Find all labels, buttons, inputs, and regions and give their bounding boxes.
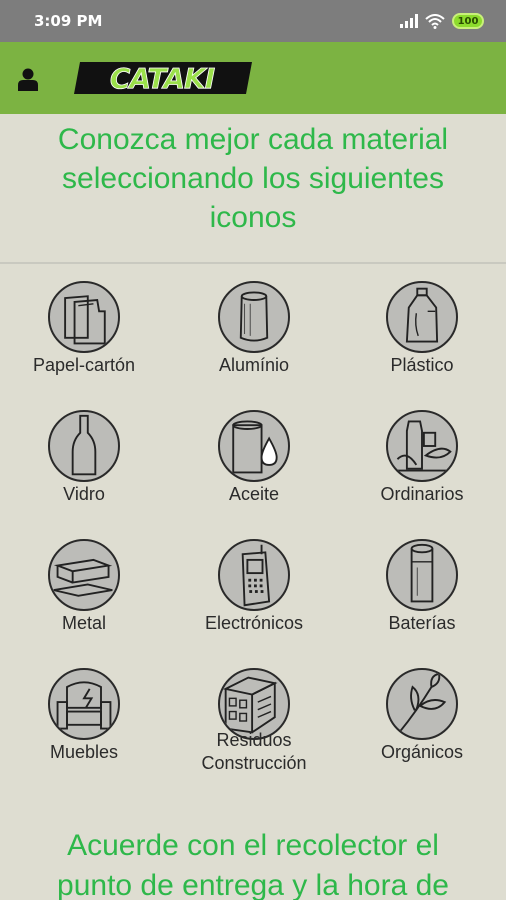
signal-icon [400, 14, 418, 28]
material-label: Ordinarios [380, 484, 464, 504]
battery-cell-icon [386, 539, 458, 611]
oil-icon [218, 410, 290, 482]
battery-icon: 100 [452, 13, 484, 29]
material-residuos-construccion[interactable]: Residuos Construcción [170, 660, 338, 788]
user-icon[interactable] [17, 67, 39, 91]
leaf-icon [386, 668, 458, 740]
material-label: Alumínio [218, 355, 290, 375]
material-metal[interactable]: Metal [0, 531, 168, 659]
material-plastico[interactable]: Plástico [338, 273, 506, 401]
material-aceite[interactable]: Aceite [170, 402, 338, 530]
material-label: Papel-cartón [32, 355, 136, 375]
material-baterias[interactable]: Baterías [338, 531, 506, 659]
intro-line-2: seleccionando los siguientes [62, 162, 444, 195]
material-label: Muebles [49, 742, 119, 762]
app-bar: CATAKI [0, 42, 506, 114]
material-label: Orgánicos [380, 742, 464, 762]
status-bar: 3:09 PM 100 [0, 0, 506, 42]
ordinary-waste-icon [386, 410, 458, 482]
divider [0, 262, 506, 264]
material-label: Vidro [63, 484, 105, 504]
material-label-line-1: Residuos [216, 730, 292, 750]
glass-bottle-icon [48, 410, 120, 482]
material-label: Aceite [228, 484, 280, 504]
material-aluminio[interactable]: Alumínio [170, 273, 338, 401]
can-icon [218, 281, 290, 353]
material-label-line-2: Construcción [201, 753, 307, 773]
material-muebles[interactable]: Muebles [0, 660, 168, 788]
battery-level: 100 [457, 15, 479, 27]
paper-icon [48, 281, 120, 353]
material-ordinarios[interactable]: Ordinarios [338, 402, 506, 530]
intro-text: Conozca mejor cada material seleccionand… [0, 118, 506, 258]
material-electronicos[interactable]: Electrónicos [170, 531, 338, 659]
material-vidro[interactable]: Vidro [0, 402, 168, 530]
material-papel-carton[interactable]: Papel-cartón [0, 273, 168, 401]
material-label: Electrónicos [204, 613, 304, 633]
material-label: Plástico [390, 355, 454, 375]
metal-icon [48, 539, 120, 611]
wifi-icon [425, 13, 445, 29]
material-organicos[interactable]: Orgánicos [338, 660, 506, 788]
cataki-logo: CATAKI [74, 62, 252, 95]
bottom-line-1: Acuerde con el recolector el [67, 829, 439, 862]
status-time: 3:09 PM [34, 12, 103, 30]
plastic-bottle-icon [386, 281, 458, 353]
material-label: Baterías [388, 613, 456, 633]
material-label: Residuos Construcción [170, 729, 338, 775]
status-icons: 100 [400, 11, 484, 31]
furniture-icon [48, 668, 120, 740]
intro-line-3: iconos [209, 201, 297, 234]
intro-line-1: Conozca mejor cada material [57, 123, 449, 156]
bottom-line-2: punto de entrega y la hora de [57, 869, 449, 900]
bottom-text: Acuerde con el recolector el punto de en… [0, 826, 506, 900]
logo-text: CATAKI [110, 62, 215, 95]
material-label: Metal [61, 613, 106, 633]
phone-icon [218, 539, 290, 611]
